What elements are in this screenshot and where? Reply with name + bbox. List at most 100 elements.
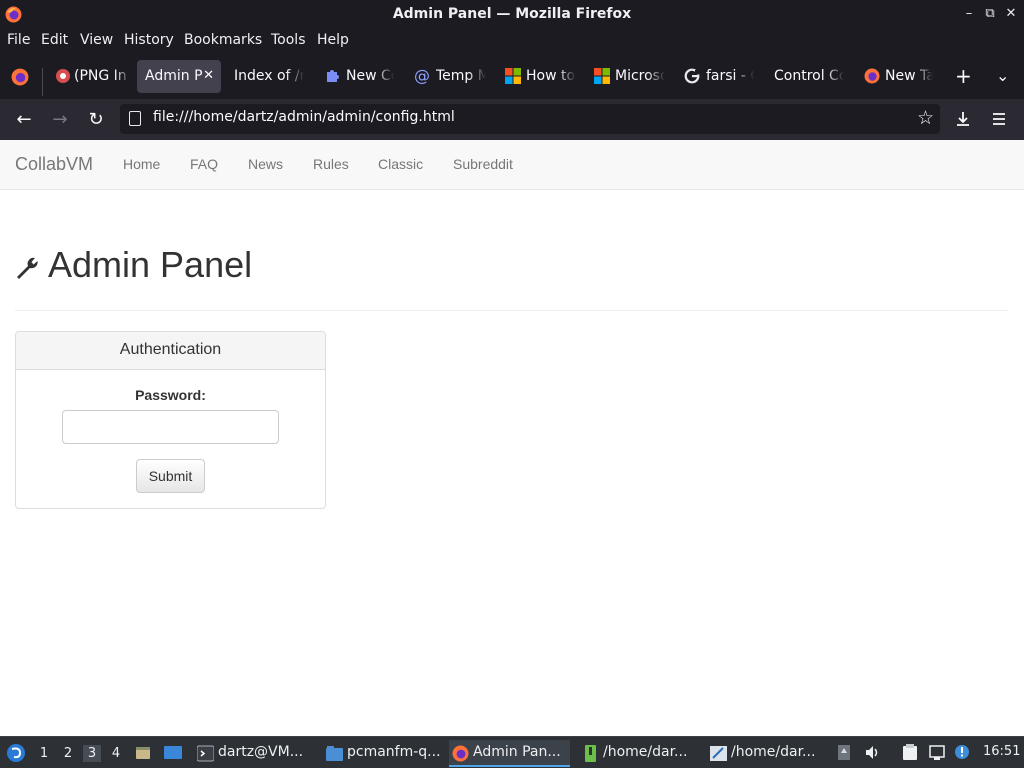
tab-new-tab[interactable]: New Ta: [885, 60, 933, 93]
menu-view[interactable]: View: [80, 32, 113, 48]
back-button[interactable]: ←: [12, 108, 36, 132]
site-brand[interactable]: CollabVM: [15, 154, 93, 175]
new-tab-button[interactable]: +: [955, 64, 972, 88]
page-heading: Admin Panel: [48, 244, 253, 285]
menu-history[interactable]: History: [124, 32, 174, 48]
task-archive[interactable]: /home/dar...: [579, 740, 700, 767]
tab-label: Temp M: [436, 68, 486, 84]
firefox-icon: [864, 68, 880, 84]
task-text-editor[interactable]: /home/dar...: [707, 740, 828, 767]
red-circle-icon: [56, 69, 70, 83]
clock[interactable]: 16:51: [983, 744, 1020, 759]
tab-label: New Co: [346, 68, 394, 84]
archive-icon: [585, 745, 596, 762]
task-file-manager[interactable]: pcmanfm-q...: [323, 740, 443, 767]
volume-icon[interactable]: [864, 744, 880, 761]
tab-png[interactable]: (PNG In: [74, 60, 132, 93]
menu-bar: File Edit View History Bookmarks Tools H…: [0, 29, 1024, 54]
tab-separator: [42, 68, 43, 96]
file-manager-launcher-icon[interactable]: [134, 744, 152, 762]
panel-header: Authentication: [16, 332, 325, 370]
tab-index[interactable]: Index of /r: [234, 60, 304, 93]
text-editor-icon: [710, 746, 727, 761]
forward-button[interactable]: →: [48, 108, 72, 132]
menu-file[interactable]: File: [7, 32, 30, 48]
close-tab-icon[interactable]: ✕: [203, 68, 214, 83]
google-icon: [684, 68, 700, 84]
nav-link-classic[interactable]: Classic: [378, 156, 423, 172]
folder-icon: [326, 746, 343, 761]
submit-button[interactable]: Submit: [136, 459, 205, 493]
divider: [15, 310, 1008, 311]
workspace-2[interactable]: 2: [59, 745, 77, 762]
tab-microsoft[interactable]: Microso: [615, 60, 665, 93]
menu-edit[interactable]: Edit: [41, 32, 68, 48]
password-field[interactable]: [62, 410, 279, 444]
list-all-tabs-button[interactable]: ⌄: [996, 66, 1009, 85]
nav-link-rules[interactable]: Rules: [313, 156, 349, 172]
site-navbar: CollabVM Home FAQ News Rules Classic Sub…: [0, 140, 1024, 190]
workspace-4[interactable]: 4: [107, 745, 125, 762]
task-label: pcmanfm-q...: [347, 744, 441, 760]
clipboard-tray-icon[interactable]: [836, 744, 852, 761]
authentication-panel: Authentication Password: Submit: [15, 331, 326, 509]
reload-button[interactable]: ↻: [84, 108, 108, 132]
menu-tools[interactable]: Tools: [271, 32, 306, 48]
download-icon[interactable]: [954, 110, 972, 128]
task-label: /home/dar...: [603, 744, 688, 760]
tab-farsi[interactable]: farsi - G: [706, 60, 754, 93]
tab-label: Control Co: [774, 68, 844, 84]
firefox-view-icon[interactable]: [11, 68, 29, 86]
task-firefox[interactable]: Admin Pan...: [449, 740, 570, 767]
hamburger-menu-icon[interactable]: [990, 110, 1008, 128]
menu-help[interactable]: Help: [317, 32, 349, 48]
task-label: /home/dar...: [731, 744, 816, 760]
tab-label: farsi - G: [706, 68, 754, 84]
network-icon[interactable]: [929, 744, 945, 761]
taskbar: 1 2 3 4 dartz@VM... pcmanfm-q... Admin P…: [0, 736, 1024, 768]
tab-control-center[interactable]: Control Co: [774, 60, 844, 93]
close-window-button[interactable]: ✕: [1002, 5, 1020, 23]
tab-how-to[interactable]: How to: [526, 60, 576, 93]
minimize-button[interactable]: –: [960, 5, 978, 23]
nav-link-news[interactable]: News: [248, 156, 283, 172]
at-sign-icon: @: [414, 66, 430, 85]
tab-strip: (PNG In Admin P ✕ Index of /r New Co @ T…: [0, 54, 1024, 99]
workspace-1[interactable]: 1: [35, 745, 53, 762]
microsoft-icon: [594, 68, 610, 84]
puzzle-icon: [327, 70, 339, 82]
page-icon: [129, 111, 141, 126]
tab-new-co[interactable]: New Co: [346, 60, 394, 93]
workspace-3[interactable]: 3: [83, 745, 101, 762]
microsoft-icon: [505, 68, 521, 84]
firefox-icon: [452, 745, 469, 762]
tab-label: How to: [526, 68, 576, 84]
tab-label: New Ta: [885, 68, 933, 84]
maximize-button[interactable]: ⧉: [981, 5, 999, 23]
password-label: Password:: [135, 387, 206, 403]
wrench-icon: [17, 257, 38, 279]
tab-temp-mail[interactable]: Temp M: [436, 60, 486, 93]
tab-label: (PNG In: [74, 68, 127, 84]
tab-label: Index of /r: [234, 68, 304, 84]
window-title: Admin Panel — Mozilla Firefox: [392, 6, 632, 22]
bookmark-star-icon[interactable]: ☆: [917, 107, 934, 129]
notes-icon[interactable]: [902, 744, 918, 761]
tab-admin-panel[interactable]: Admin P ✕: [137, 60, 221, 93]
start-menu-icon[interactable]: [6, 743, 26, 763]
task-terminal[interactable]: dartz@VM...: [194, 740, 314, 767]
url-bar[interactable]: file:///home/dartz/admin/admin/config.ht…: [120, 104, 940, 134]
menu-bookmarks[interactable]: Bookmarks: [184, 32, 262, 48]
update-notifier-icon[interactable]: [954, 744, 970, 761]
tab-label: Admin P: [145, 68, 203, 84]
navigation-toolbar: ← → ↻ file:///home/dartz/admin/admin/con…: [0, 99, 1024, 140]
nav-link-subreddit[interactable]: Subreddit: [453, 156, 513, 172]
task-label: dartz@VM...: [218, 744, 304, 760]
nav-link-home[interactable]: Home: [123, 156, 160, 172]
show-desktop-icon[interactable]: [163, 744, 183, 762]
tab-label: Microso: [615, 68, 665, 84]
window-titlebar: Admin Panel — Mozilla Firefox – ⧉ ✕: [0, 0, 1024, 29]
terminal-icon: [197, 745, 214, 762]
nav-link-faq[interactable]: FAQ: [190, 156, 218, 172]
url-text[interactable]: file:///home/dartz/admin/admin/config.ht…: [153, 109, 455, 125]
